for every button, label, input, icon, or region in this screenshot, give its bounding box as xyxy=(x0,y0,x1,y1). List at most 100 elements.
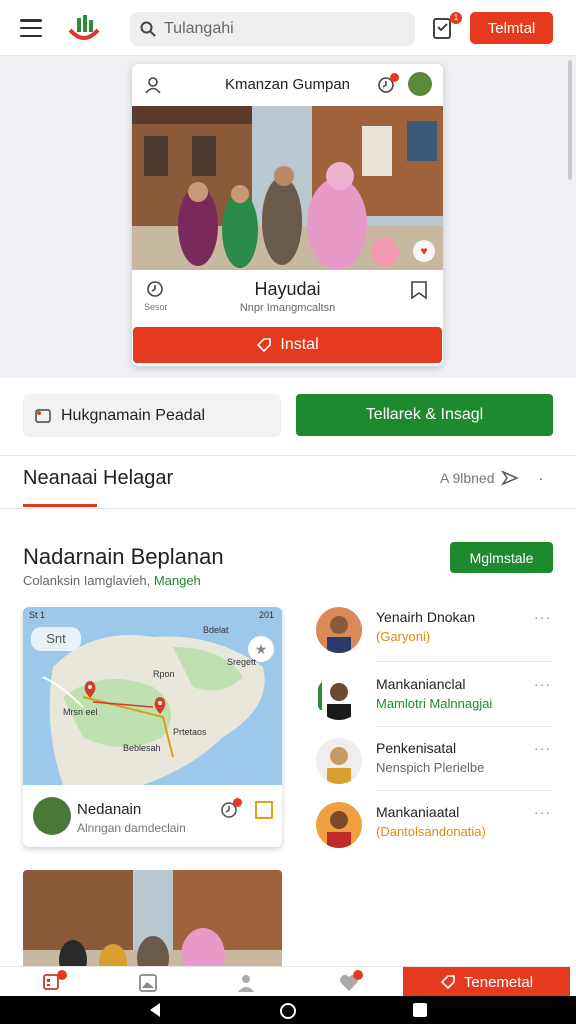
map-card[interactable]: St 1 201 Snt ★ Bdelat Sregett Rpon Mrsn … xyxy=(23,607,282,847)
map-label: Bdelat xyxy=(203,625,229,635)
map-label: Prtetaos xyxy=(173,727,207,737)
recommend-title: Nadarnain Beplanan xyxy=(23,544,224,569)
map-status-left: St 1 xyxy=(29,610,46,620)
pill-label: Hukgnamain Peadal xyxy=(61,406,206,424)
avatar xyxy=(316,738,362,784)
square-icon[interactable] xyxy=(412,1002,428,1018)
avatar xyxy=(316,802,362,848)
active-tab-indicator xyxy=(23,504,97,507)
person-name: Penkenisatal xyxy=(376,740,457,756)
section-actions: A 9lbned · xyxy=(440,470,543,486)
more-icon[interactable]: ··· xyxy=(534,740,551,756)
search-bar[interactable] xyxy=(130,12,415,46)
tag-icon xyxy=(440,975,455,990)
bookmark-icon[interactable] xyxy=(410,280,428,300)
divider xyxy=(0,508,576,509)
map-pin-icon[interactable] xyxy=(153,697,167,715)
tag-icon xyxy=(257,338,272,353)
hamburger-icon[interactable] xyxy=(20,19,42,37)
featured-card-header: Kmanzan Gumpan xyxy=(132,64,443,106)
list-item[interactable]: Penkenisatal Nenspich Plerielbe ··· xyxy=(316,738,553,802)
clock-badge xyxy=(233,798,242,807)
nav-favorites[interactable] xyxy=(338,970,363,993)
avatar[interactable] xyxy=(408,72,432,96)
map-pin-icon[interactable] xyxy=(83,681,97,699)
bottom-cta-label: Tenemetal xyxy=(463,973,534,991)
bookmark-icon[interactable] xyxy=(255,801,273,819)
avatar xyxy=(316,674,362,720)
nav-badge xyxy=(57,970,67,980)
divider xyxy=(0,455,576,456)
featured-photo[interactable]: ♥ xyxy=(132,106,443,270)
bell-button[interactable] xyxy=(377,73,399,94)
list-item[interactable]: Mankanianclal Mamlotri Malnnagjai ··· xyxy=(316,674,553,738)
person-sub: (Dantolsandonatia) xyxy=(376,824,486,839)
secondary-pill[interactable]: Hukgnamain Peadal xyxy=(23,394,281,437)
nav-profile[interactable] xyxy=(236,973,256,993)
system-nav-bar xyxy=(0,996,576,1024)
recommend-subtitle: Colanksin Iamglavieh, Mangeh xyxy=(23,573,201,588)
green-action-button[interactable]: Tellarek & Insagl xyxy=(296,394,553,436)
map-card-footer: Nedanain Alnngan damdeclain xyxy=(23,785,282,847)
scrollbar[interactable] xyxy=(568,60,572,180)
back-icon[interactable] xyxy=(148,1002,162,1018)
home-circle-icon[interactable] xyxy=(279,1002,297,1020)
person-sub: Nenspich Plerielbe xyxy=(376,760,485,775)
featured-card-info: Sesor Hayudai Nnpr Imangmcaltsn xyxy=(132,270,443,326)
share-icon[interactable] xyxy=(500,470,519,486)
divider xyxy=(376,726,553,727)
install-label: Instal xyxy=(280,336,319,353)
section-title[interactable]: Neanaai Helagar xyxy=(23,467,173,490)
primary-header-button[interactable]: Telmtal xyxy=(470,12,553,44)
map-chip[interactable]: Snt xyxy=(31,627,81,651)
clock-button[interactable] xyxy=(220,798,242,819)
top-app-bar: 1 Telmtal xyxy=(0,0,576,56)
recommend-subtitle-link[interactable]: Mangeh xyxy=(154,573,201,588)
avatar[interactable] xyxy=(33,797,71,835)
street-photo xyxy=(23,870,282,970)
person-sub: (Garyoni) xyxy=(376,629,431,644)
cart-badge: 1 xyxy=(450,12,462,24)
featured-name: Hayudai xyxy=(254,279,321,299)
image-icon xyxy=(139,974,157,992)
divider xyxy=(376,790,553,791)
divider xyxy=(376,661,553,662)
person-sub: Mamlotri Malnnagjai xyxy=(376,696,493,711)
map-view[interactable]: St 1 201 Snt ★ Bdelat Sregett Rpon Mrsn … xyxy=(23,607,282,785)
person-name: Mankanianclal xyxy=(376,676,466,692)
map-card-subtitle: Alnngan damdeclain xyxy=(77,821,186,835)
nav-gallery[interactable] xyxy=(138,973,158,993)
search-input[interactable] xyxy=(164,20,394,38)
cart-button[interactable]: 1 xyxy=(432,12,462,42)
nav-badge xyxy=(353,970,363,980)
more-icon[interactable]: ··· xyxy=(534,609,551,625)
alert-icon xyxy=(35,408,51,423)
bottom-cta-button[interactable]: Tenemetal xyxy=(403,967,570,997)
recommend-button[interactable]: Mglmstale xyxy=(450,542,553,573)
nav-home[interactable] xyxy=(42,970,67,993)
street-photo xyxy=(132,106,443,270)
map-card-name: Nedanain xyxy=(77,801,142,818)
bell-badge xyxy=(390,73,399,82)
map-label: Beblesah xyxy=(123,743,161,753)
avatar xyxy=(316,607,362,653)
map-label: Rpon xyxy=(153,669,175,679)
featured-subtitle: Nnpr Imangmcaltsn xyxy=(239,302,336,314)
section-right-label[interactable]: A 9lbned xyxy=(440,470,495,486)
more-icon[interactable]: ··· xyxy=(534,676,551,692)
featured-card[interactable]: Kmanzan Gumpan ♥ Sesor Hayudai Nnpr Iman… xyxy=(132,64,443,366)
install-button[interactable]: Instal xyxy=(133,327,442,363)
bottom-nav: Tenemetal xyxy=(0,966,576,997)
photo-card[interactable] xyxy=(23,870,282,970)
more-icon[interactable]: ··· xyxy=(534,804,551,820)
map-status-right: 201 xyxy=(258,610,274,620)
heart-icon[interactable]: ♥ xyxy=(413,240,435,262)
map-label: Sregett xyxy=(227,657,257,667)
logo-icon[interactable] xyxy=(66,12,102,44)
more-icon[interactable]: · xyxy=(539,470,544,486)
list-item[interactable]: Mankaniaatal (Dantolsandonatia) ··· xyxy=(316,802,553,866)
map-label: Mrsn eel xyxy=(63,707,98,717)
recommend-subtitle-prefix: Colanksin Iamglavieh, xyxy=(23,573,151,588)
search-icon xyxy=(140,21,156,37)
person-name: Yenairh Dnokan xyxy=(376,609,476,625)
